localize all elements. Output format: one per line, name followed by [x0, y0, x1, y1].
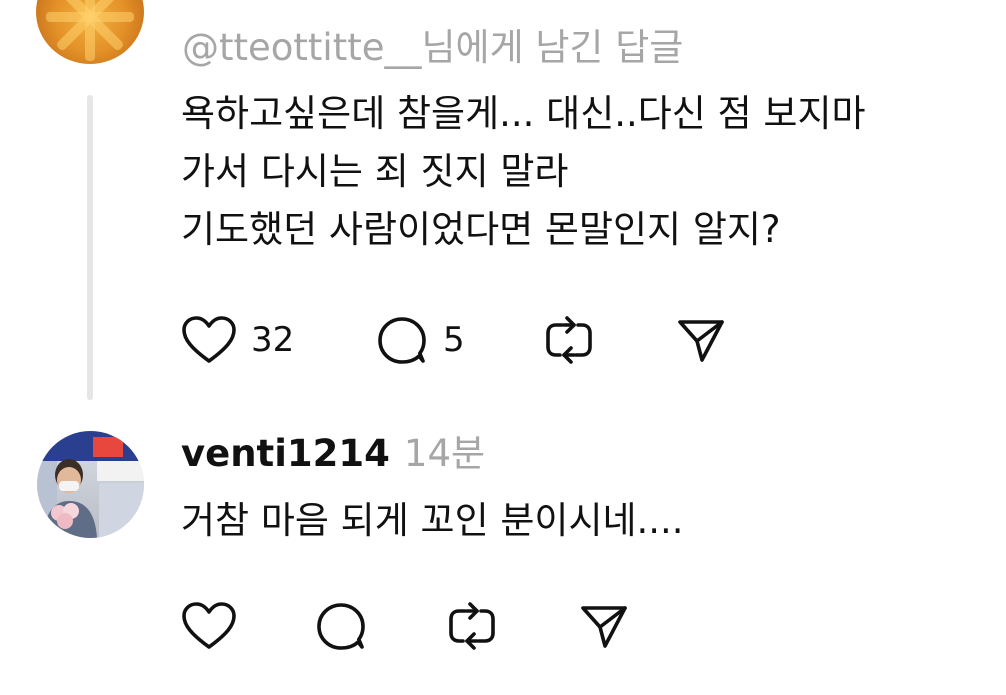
post-text: 욕하고싶은데 참을게... 대신..다신 점 보지마 가서 다시는 죄 짓지 말… [181, 85, 866, 259]
user-photo-avatar-icon[interactable] [37, 431, 144, 538]
reply-to-label[interactable]: @tteottitte__님에게 남긴 답글 [182, 17, 683, 71]
comment-bubble-icon [317, 603, 365, 650]
post-timestamp: 14분 [403, 432, 486, 475]
reply-button[interactable] [314, 598, 368, 654]
like-button[interactable] [181, 598, 237, 654]
send-icon [581, 606, 627, 648]
username-link[interactable]: venti1214 [181, 432, 390, 475]
share-button[interactable] [579, 598, 629, 654]
repost-icon [546, 316, 592, 364]
repost-button[interactable] [445, 598, 499, 654]
user-photo-image [37, 431, 144, 538]
reply-button[interactable]: 5 [375, 312, 465, 368]
orange-avatar-icon[interactable] [36, 0, 144, 64]
heart-icon [182, 602, 236, 649]
post-text-line: 기도했던 사람이었다면 몬말인지 알지? [181, 208, 781, 251]
heart-icon [182, 316, 236, 363]
send-icon [678, 320, 724, 362]
post-text-line: 욕하고싶은데 참을게... 대신..다신 점 보지마 [181, 92, 866, 135]
post-header: venti1214 14분 [181, 423, 485, 477]
thread-connector-line [87, 95, 93, 400]
post-text-line: 거참 마음 되게 꼬인 분이시네.... [181, 499, 684, 542]
repost-button[interactable] [542, 312, 596, 368]
reply-count: 5 [443, 320, 465, 360]
post-text: 거참 마음 되게 꼬인 분이시네.... [181, 492, 684, 550]
post-text-line: 가서 다시는 죄 짓지 말라 [181, 150, 569, 193]
repost-icon [449, 602, 495, 650]
share-button[interactable] [676, 312, 726, 368]
comment-bubble-icon [378, 317, 426, 364]
like-count: 32 [251, 320, 295, 360]
like-button[interactable]: 32 [181, 312, 294, 368]
